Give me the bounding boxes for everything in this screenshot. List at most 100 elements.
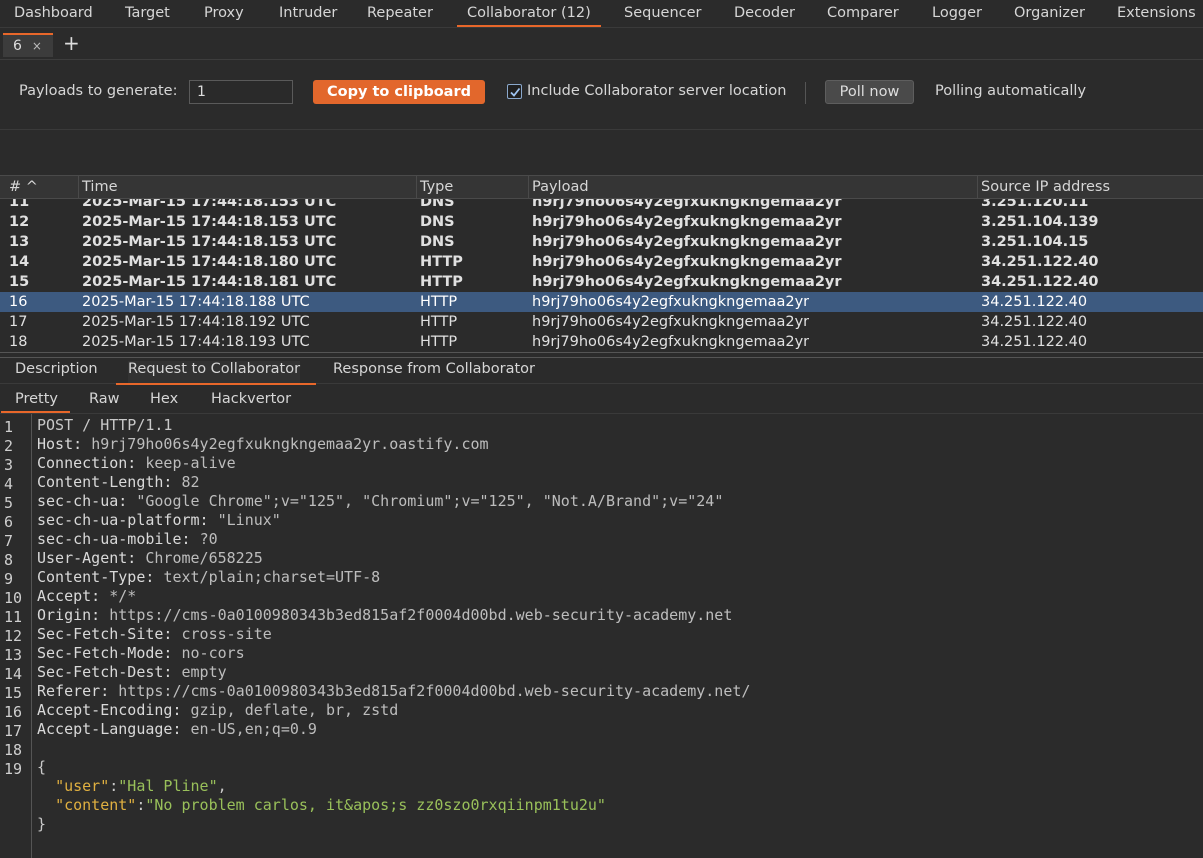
tab-logger[interactable]: Logger [932,0,982,27]
header-name: Connection: [37,454,146,472]
header-line: User-Agent: Chrome/658225 [37,549,263,567]
tab-raw[interactable]: Raw [89,391,120,407]
table-row[interactable]: 13 2025-Mar-15 17:44:18.153 UTC DNS h9rj79h… [0,232,1203,252]
tab-hex[interactable]: Hex [150,391,178,407]
header-name: Content-Type: [37,568,164,586]
line-number: 6 [4,513,14,531]
table-body: 11 2025-Mar-15 17:44:18.153 UTC DNS h9rj79h… [0,199,1203,352]
tab-extensions[interactable]: Extensions [1117,0,1196,27]
cell-payload: h9rj79ho06s4y2egfxukngkngemaa2yr [532,314,810,330]
line-number: 12 [4,627,23,645]
tab-repeater[interactable]: Repeater [367,0,433,27]
tab-organizer[interactable]: Organizer [1014,0,1085,27]
payloads-label: Payloads to generate: [19,83,178,99]
tab-target[interactable]: Target [125,0,170,27]
header-name: Host: [37,435,92,453]
header-value: Chrome/658225 [145,549,263,567]
header-value: h9rj79ho06s4y2egfxukngkngemaa2yr.oastify… [91,435,489,453]
tab-proxy[interactable]: Proxy [204,0,244,27]
header-name: sec-ch-ua-mobile: [37,530,200,548]
tab-decoder[interactable]: Decoder [734,0,795,27]
main-nav: Dashboard Target Proxy Intruder Repeater… [0,0,1203,28]
header-name: Accept: [37,587,110,605]
line-number: 18 [4,741,23,759]
cell-number: 17 [9,314,28,330]
header-value: 82 [181,473,200,491]
close-icon[interactable]: × [32,39,42,53]
table-row[interactable]: 11 2025-Mar-15 17:44:18.153 UTC DNS h9rj79h… [0,199,1203,212]
line-number: 9 [4,570,14,588]
cell-type: HTTP [420,294,458,310]
header-line: Sec-Fetch-Mode: no-cors [37,644,245,662]
tab-request-to-collaborator[interactable]: Request to Collaborator [115,361,317,385]
col-header-payload[interactable]: Payload [528,176,978,198]
json-open-brace: { [37,758,47,776]
header-name: Referer: [37,682,119,700]
cell-type: HTTP [420,254,463,270]
line-number: 17 [4,722,23,740]
header-line: sec-ch-ua-platform: "Linux" [37,511,281,529]
tab-collaborator[interactable]: Collaborator (12) [457,0,601,27]
header-line: Content-Length: 82 [37,473,200,491]
json-close-brace: } [37,815,47,833]
request-editor[interactable]: 1 2 3 4 5 6 7 8 9 10 11 12 13 14 15 16 17 18 19 POST / HTT… [0,414,1203,858]
header-value: keep-alive [145,454,236,472]
cell-number: 13 [9,234,30,250]
tab-response-from-collaborator[interactable]: Response from Collaborator [333,361,535,383]
tab-description[interactable]: Description [15,361,98,383]
collaborator-subtabs: 6 × [0,28,1203,60]
header-value: text/plain;charset=UTF-8 [163,568,381,586]
header-value: */* [109,587,137,605]
checkmark-icon [510,87,521,97]
line-number: 15 [4,684,23,702]
json-key-user: "user" [55,777,110,795]
line-number: 10 [4,589,23,607]
table-row[interactable]: 12 2025-Mar-15 17:44:18.153 UTC DNS h9rj79h… [0,212,1203,232]
cell-number: 15 [9,274,30,290]
table-row[interactable]: 17 2025-Mar-15 17:44:18.192 UTC HTTP h9rj79… [0,312,1203,332]
cell-type: HTTP [420,274,463,290]
table-row[interactable]: 18 2025-Mar-15 17:44:18.193 UTC HTTP h9rj79… [0,332,1203,352]
line-number: 8 [4,551,14,569]
col-header-type[interactable]: Type [416,176,529,198]
cell-time: 2025-Mar-15 17:44:18.192 UTC [82,314,310,330]
poll-now-button[interactable]: Poll now [825,80,914,104]
cell-number: 16 [9,294,28,310]
header-line: Accept-Language: en-US,en;q=0.9 [37,720,317,738]
payloads-count-input[interactable]: 1 [189,80,293,104]
subtab-label: 6 [13,38,22,54]
header-name: Accept-Encoding: [37,701,191,719]
interactions-table: # ^ Time Type Payload Source IP address … [0,175,1203,352]
tab-sequencer[interactable]: Sequencer [624,0,701,27]
cell-number: 18 [9,334,28,350]
table-row[interactable]: 16 2025-Mar-15 17:44:18.188 UTC HTTP h9rj79… [0,292,1203,312]
header-name: Content-Length: [37,473,182,491]
line-number: 3 [4,456,14,474]
col-header-number[interactable]: # ^ [5,176,79,198]
tab-intruder[interactable]: Intruder [279,0,337,27]
col-header-time[interactable]: Time [78,176,417,198]
add-tab-icon[interactable]: + [63,31,80,55]
header-name: User-Agent: [37,549,146,567]
header-name: sec-ch-ua: [37,492,137,510]
header-line: Content-Type: text/plain;charset=UTF-8 [37,568,380,586]
cell-payload: h9rj79ho06s4y2egfxukngkngemaa2yr [532,214,842,230]
header-line: sec-ch-ua-mobile: ?0 [37,530,218,548]
table-row[interactable]: 15 2025-Mar-15 17:44:18.181 UTC HTTP h9rj79… [0,272,1203,292]
subtab-6[interactable]: 6 × [3,33,53,57]
header-name: sec-ch-ua-platform: [37,511,218,529]
cell-number: 12 [9,214,30,230]
tab-hackvertor[interactable]: Hackvertor [211,391,291,407]
header-name: Accept-Language: [37,720,191,738]
tab-pretty[interactable]: Pretty [0,391,71,413]
col-header-source-ip[interactable]: Source IP address [977,176,1203,198]
table-row[interactable]: 14 2025-Mar-15 17:44:18.180 UTC HTTP h9rj79… [0,252,1203,272]
cell-type: HTTP [420,334,458,350]
cell-source-ip: 34.251.122.40 [981,254,1099,270]
tab-dashboard[interactable]: Dashboard [14,0,93,27]
copy-to-clipboard-button[interactable]: Copy to clipboard [313,80,485,104]
tab-comparer[interactable]: Comparer [827,0,899,27]
include-location-checkbox[interactable] [507,84,522,99]
header-line: Host: h9rj79ho06s4y2egfxukngkngemaa2yr.o… [37,435,489,453]
cell-payload: h9rj79ho06s4y2egfxukngkngemaa2yr [532,294,810,310]
